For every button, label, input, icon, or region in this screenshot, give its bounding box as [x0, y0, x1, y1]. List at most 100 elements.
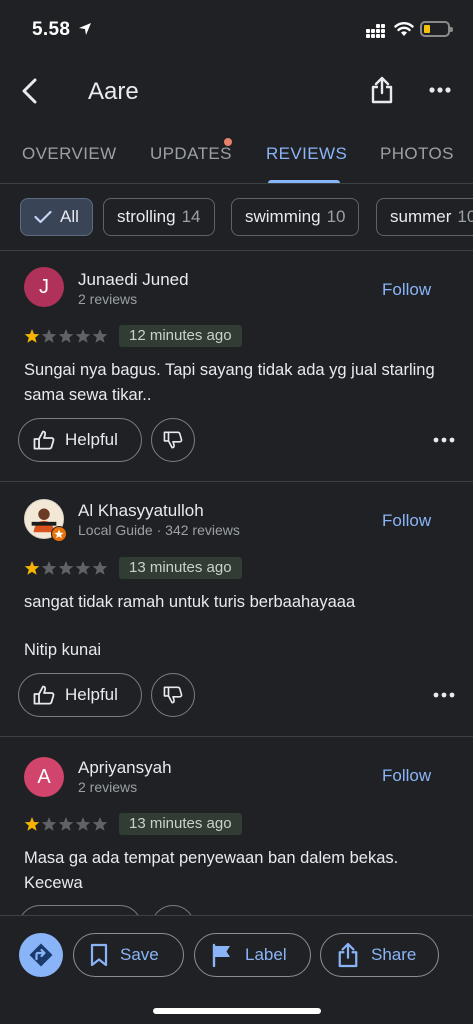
share-button[interactable]	[366, 74, 398, 106]
battery-icon	[420, 21, 453, 37]
back-button[interactable]	[14, 76, 44, 106]
star-empty-icon	[92, 817, 108, 831]
avatar[interactable]: J	[24, 267, 64, 307]
star-filled-icon	[24, 329, 40, 343]
bottom-action-bar: Save Label Share	[0, 915, 473, 1024]
review-card: Al Khasyyatulloh Local Guide · 342 revie…	[0, 482, 473, 736]
review-text: sangat tidak ramah untuk turis berbaahay…	[24, 593, 356, 611]
label-button[interactable]: Label	[194, 933, 311, 977]
tab-reviews[interactable]: REVIEWS	[266, 144, 347, 164]
review-more-button[interactable]	[432, 428, 456, 452]
thumbs-down-icon	[163, 431, 183, 449]
cellular-signal-icon	[366, 24, 386, 38]
local-guide-badge-icon	[51, 526, 67, 542]
thumbs-up-icon	[33, 430, 55, 450]
filter-chip-label: summer	[390, 207, 452, 226]
helpful-label: Helpful	[65, 685, 118, 704]
location-arrow-icon	[79, 23, 91, 35]
helpful-button[interactable]: Helpful	[18, 418, 142, 462]
directions-icon	[29, 943, 53, 967]
updates-notification-dot	[224, 138, 232, 146]
helpful-button[interactable]: Helpful	[18, 673, 142, 717]
top-bar: Aare	[0, 62, 473, 122]
chevron-left-icon	[22, 78, 37, 104]
avatar[interactable]: A	[24, 757, 64, 797]
star-empty-icon	[58, 329, 74, 343]
save-button[interactable]: Save	[73, 933, 184, 977]
home-indicator	[153, 1008, 321, 1014]
star-empty-icon	[41, 329, 57, 343]
filter-chip-strolling[interactable]: strolling 14	[103, 198, 215, 236]
status-bar: 5.58	[0, 0, 473, 60]
helpful-button[interactable]	[18, 905, 142, 915]
not-helpful-button[interactable]	[151, 673, 195, 717]
flag-icon	[212, 943, 230, 967]
star-empty-icon	[92, 561, 108, 575]
review-text: Nitip kunai	[24, 641, 102, 659]
filter-chip-count: 10	[326, 207, 346, 226]
reviewer-name[interactable]: Apriyansyah	[78, 758, 172, 778]
tab-overview[interactable]: OVERVIEW	[22, 144, 117, 164]
star-filled-icon	[24, 561, 40, 575]
star-empty-icon	[58, 817, 74, 831]
star-empty-icon	[92, 329, 108, 343]
share-button[interactable]: Share	[320, 933, 439, 977]
star-empty-icon	[41, 817, 57, 831]
filter-chip-count: 14	[181, 207, 201, 226]
review-more-button[interactable]	[432, 683, 456, 707]
thumbs-down-icon	[163, 686, 183, 704]
page-title: Aare	[88, 78, 139, 105]
check-icon	[34, 210, 52, 224]
not-helpful-button[interactable]	[151, 905, 195, 915]
reviewer-meta: 2 reviews	[78, 779, 138, 795]
more-horizontal-icon	[433, 437, 455, 443]
bookmark-icon	[90, 943, 108, 967]
directions-button[interactable]	[19, 933, 63, 977]
review-filter-chips: All strolling 14 swimming 10 summer 10	[0, 198, 473, 238]
star-empty-icon	[58, 561, 74, 575]
avatar-initial: A	[37, 765, 51, 788]
star-filled-icon	[24, 817, 40, 831]
review-time-badge: 12 minutes ago	[119, 325, 242, 347]
reviewer-name[interactable]: Al Khasyyatulloh	[78, 501, 204, 521]
follow-button[interactable]: Follow	[382, 280, 431, 300]
not-helpful-button[interactable]	[151, 418, 195, 462]
filter-chip-label: All	[60, 207, 79, 226]
filter-chip-all[interactable]: All	[20, 198, 93, 236]
status-time: 5.58	[32, 19, 71, 40]
reviewer-meta: Local Guide · 342 reviews	[78, 522, 240, 538]
tab-bar: OVERVIEW UPDATES REVIEWS PHOTOS	[0, 132, 473, 184]
filter-chip-swimming[interactable]: swimming 10	[231, 198, 360, 236]
star-empty-icon	[75, 561, 91, 575]
avatar[interactable]	[24, 499, 67, 542]
active-tab-indicator	[268, 180, 340, 183]
share-label: Share	[371, 945, 417, 964]
reviewer-name[interactable]: Junaedi Juned	[78, 270, 189, 290]
review-text: Sungai nya bagus. Tapi sayang tidak ada …	[24, 361, 435, 404]
star-empty-icon	[75, 817, 91, 831]
share-icon	[371, 76, 393, 104]
tab-updates[interactable]: UPDATES	[150, 144, 232, 164]
star-empty-icon	[75, 329, 91, 343]
filter-chip-count: 10	[457, 207, 473, 226]
review-time-badge: 13 minutes ago	[119, 813, 242, 835]
share-icon	[338, 942, 358, 968]
filter-chip-label: swimming	[245, 207, 321, 226]
review-card: A Apriyansyah 2 reviews Follow 13 minute…	[0, 737, 473, 915]
more-horizontal-icon	[433, 692, 455, 698]
review-card: J Junaedi Juned 2 reviews Follow 12 minu…	[0, 251, 473, 481]
star-empty-icon	[41, 561, 57, 575]
follow-button[interactable]: Follow	[382, 766, 431, 786]
label-label: Label	[245, 945, 287, 964]
avatar-initial: J	[39, 275, 49, 298]
tab-photos[interactable]: PHOTOS	[380, 144, 454, 164]
filter-chip-summer[interactable]: summer 10	[376, 198, 473, 236]
follow-button[interactable]: Follow	[382, 511, 431, 531]
save-label: Save	[120, 945, 159, 964]
review-time-badge: 13 minutes ago	[119, 557, 242, 579]
reviewer-meta: 2 reviews	[78, 291, 138, 307]
wifi-icon	[394, 22, 414, 36]
thumbs-up-icon	[33, 685, 55, 705]
more-horizontal-icon	[429, 87, 451, 93]
more-options-button[interactable]	[424, 74, 456, 106]
